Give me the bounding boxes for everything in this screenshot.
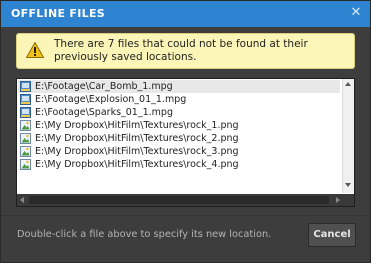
- horizontal-scroll-thumb[interactable]: [29, 196, 329, 204]
- scrollbar-corner: [342, 194, 354, 206]
- footer-divider: [1, 215, 370, 216]
- file-path: E:\Footage\Sparks_01_1.mpg: [35, 107, 173, 118]
- cancel-button[interactable]: Cancel: [308, 223, 356, 247]
- file-row[interactable]: E:\Footage\Explosion_01_1.mpg: [18, 93, 340, 106]
- image-file-icon: [20, 120, 31, 131]
- file-row[interactable]: E:\My Dropbox\HitFilm\Textures\rock_3.pn…: [18, 145, 340, 158]
- file-row[interactable]: E:\Footage\Car_Bomb_1.mpg: [18, 80, 340, 93]
- close-icon[interactable]: ✕: [348, 4, 364, 22]
- offline-files-dialog: OFFLINE FILES ✕ There are 7 files that c…: [0, 0, 371, 263]
- offline-file-list[interactable]: E:\Footage\Car_Bomb_1.mpg E:\Footage\Expl…: [16, 78, 355, 207]
- scroll-right-arrow-icon[interactable]: [336, 197, 340, 203]
- footer-hint: Double-click a file above to specify its…: [17, 229, 272, 240]
- file-path: E:\Footage\Car_Bomb_1.mpg: [35, 81, 173, 92]
- image-file-icon: [20, 133, 31, 144]
- file-row[interactable]: E:\My Dropbox\HitFilm\Textures\rock_1.pn…: [18, 119, 340, 132]
- scroll-down-arrow-icon[interactable]: [345, 183, 351, 187]
- file-row[interactable]: E:\Footage\Sparks_01_1.mpg: [18, 106, 340, 119]
- warning-message: There are 7 files that could not be foun…: [54, 38, 308, 63]
- scroll-left-arrow-icon[interactable]: [20, 197, 24, 203]
- image-file-icon: [20, 159, 31, 170]
- warning-icon: [26, 42, 44, 58]
- title-bar: OFFLINE FILES ✕: [1, 1, 370, 27]
- file-path: E:\My Dropbox\HitFilm\Textures\rock_3.pn…: [35, 146, 239, 157]
- file-path: E:\My Dropbox\HitFilm\Textures\rock_1.pn…: [35, 120, 239, 131]
- file-rows: E:\Footage\Car_Bomb_1.mpg E:\Footage\Expl…: [18, 80, 340, 171]
- file-path: E:\Footage\Explosion_01_1.mpg: [35, 94, 187, 105]
- file-path: E:\My Dropbox\HitFilm\Textures\rock_2.pn…: [35, 133, 239, 144]
- scroll-up-arrow-icon[interactable]: [345, 82, 351, 86]
- video-file-icon: [20, 81, 31, 92]
- file-path: E:\My Dropbox\HitFilm\Textures\rock_4.pn…: [35, 159, 239, 170]
- image-file-icon: [20, 146, 31, 157]
- vertical-scrollbar[interactable]: [342, 79, 354, 193]
- file-row[interactable]: E:\My Dropbox\HitFilm\Textures\rock_2.pn…: [18, 132, 340, 145]
- video-file-icon: [20, 94, 31, 105]
- dialog-title: OFFLINE FILES: [11, 7, 105, 20]
- warning-banner: There are 7 files that could not be foun…: [16, 33, 355, 69]
- video-file-icon: [20, 107, 31, 118]
- file-row[interactable]: E:\My Dropbox\HitFilm\Textures\rock_4.pn…: [18, 158, 340, 171]
- horizontal-scrollbar[interactable]: [17, 194, 343, 206]
